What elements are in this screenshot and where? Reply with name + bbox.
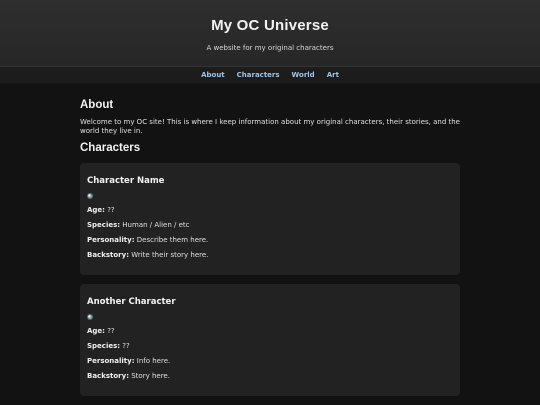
personality-label: Personality: [87, 357, 135, 365]
species-value: ?? [122, 342, 130, 350]
character-species: Species: Human / Alien / etc [87, 221, 453, 229]
personality-value: Info here. [136, 357, 171, 365]
species-label: Species: [87, 221, 121, 229]
age-value: ?? [107, 327, 115, 335]
main-nav: About Characters World Art [0, 66, 540, 84]
age-label: Age: [87, 206, 105, 214]
species-value: Human / Alien / etc [122, 221, 190, 229]
character-age: Age: ?? [87, 206, 453, 214]
age-label: Age: [87, 327, 105, 335]
nav-link-about[interactable]: About [201, 71, 225, 79]
site-subtitle: A website for my original characters [206, 44, 334, 52]
character-backstory: Backstory: Write their story here. [87, 251, 453, 259]
backstory-value: Story here. [131, 372, 170, 380]
character-name: Another Character [87, 297, 176, 307]
nav-link-characters[interactable]: Characters [237, 71, 280, 79]
about-text: Welcome to my OC site! This is where I k… [80, 118, 460, 135]
broken-image-icon [87, 314, 93, 320]
backstory-label: Backstory: [87, 372, 129, 380]
site-title: My OC Universe [211, 17, 329, 34]
characters-heading: Characters [80, 142, 141, 154]
character-card: Character Name Age: ?? Species: Human / … [80, 163, 460, 275]
character-species: Species: ?? [87, 342, 453, 350]
character-backstory: Backstory: Story here. [87, 372, 453, 380]
broken-image-icon [87, 193, 93, 199]
personality-value: Describe them here. [136, 236, 209, 244]
character-age: Age: ?? [87, 327, 453, 335]
about-heading: About [80, 99, 114, 111]
backstory-label: Backstory: [87, 251, 129, 259]
character-name: Character Name [87, 176, 165, 186]
nav-link-world[interactable]: World [292, 71, 315, 79]
nav-link-art[interactable]: Art [327, 71, 339, 79]
character-personality: Personality: Describe them here. [87, 236, 453, 244]
backstory-value: Write their story here. [131, 251, 209, 259]
personality-label: Personality: [87, 236, 135, 244]
site-header: My OC Universe A website for my original… [0, 0, 540, 66]
species-label: Species: [87, 342, 121, 350]
character-personality: Personality: Info here. [87, 357, 453, 365]
main-content: About Welcome to my OC site! This is whe… [0, 99, 540, 396]
character-card: Another Character Age: ?? Species: ?? Pe… [80, 284, 460, 396]
age-value: ?? [107, 206, 115, 214]
